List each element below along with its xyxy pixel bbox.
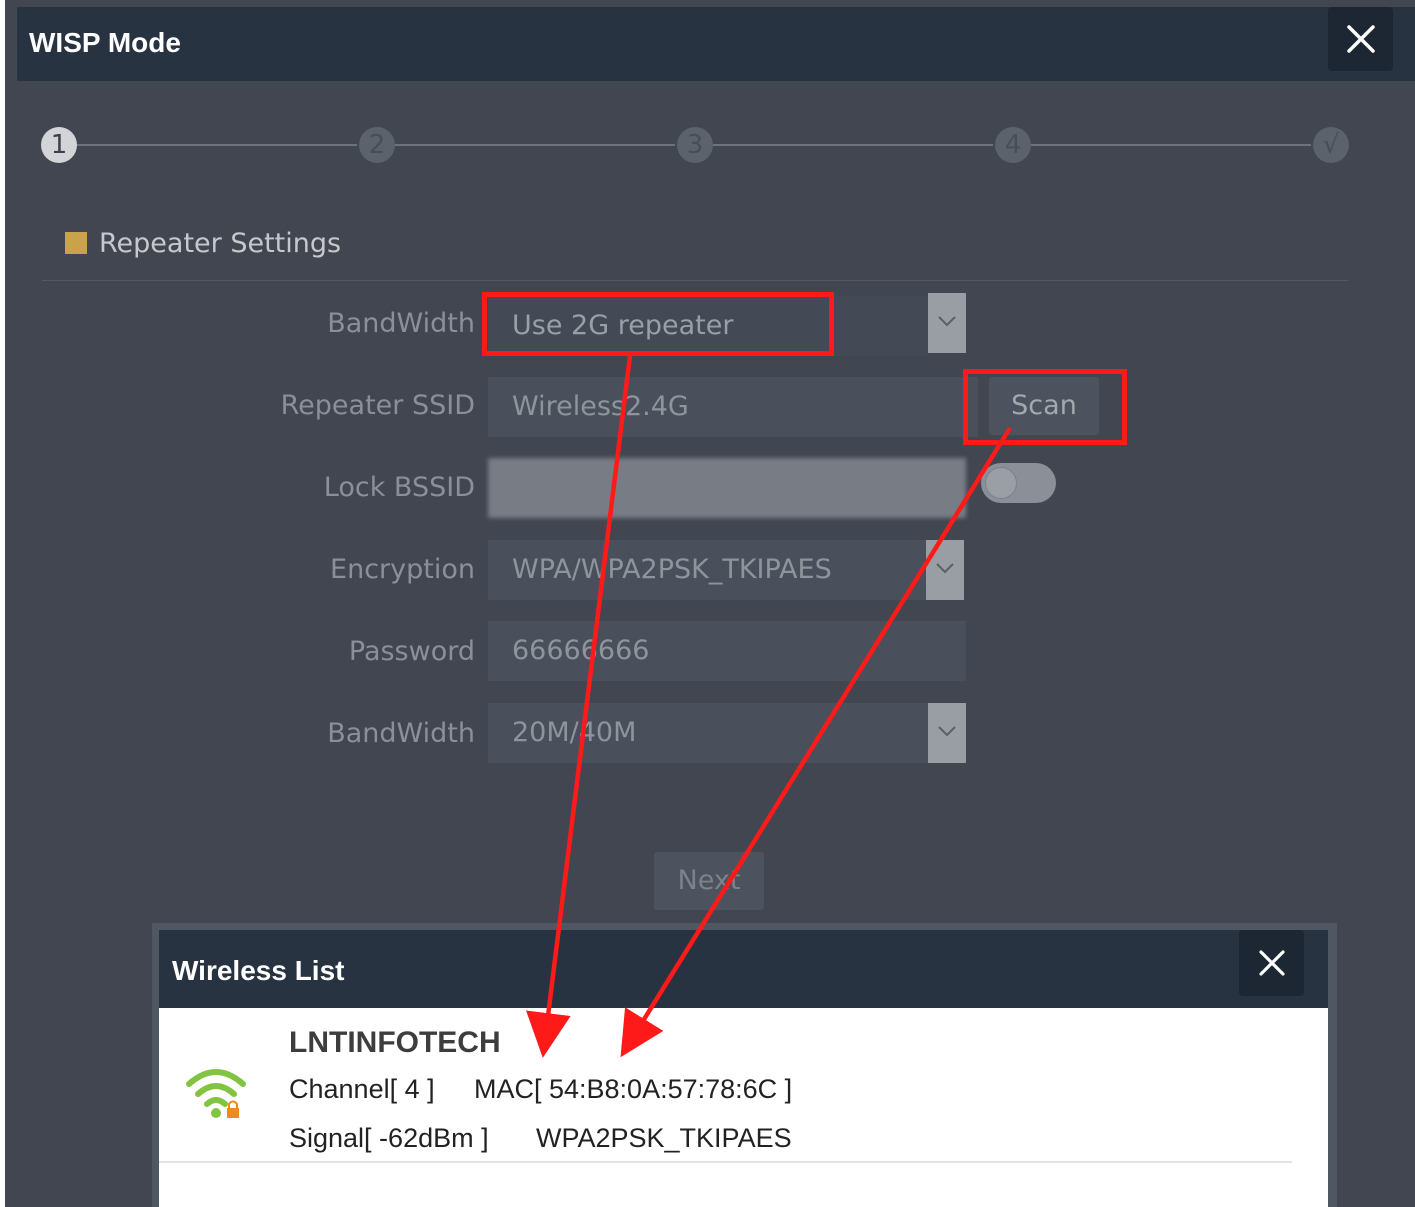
wireless-list-popup: Wireless List LNTINFOTECH Channel[ 4 ] M…	[152, 923, 1337, 1207]
repeater-ssid-input[interactable]: Wireless2.4G	[488, 377, 978, 437]
bandwidth-label: BandWidth	[327, 308, 475, 339]
section-divider	[42, 280, 1348, 281]
chevron-down-icon	[938, 316, 956, 327]
wireless-list-body: LNTINFOTECH Channel[ 4 ] MAC[ 54:B8:0A:5…	[159, 1008, 1328, 1207]
section-heading: Repeater Settings	[65, 228, 341, 259]
repeater-band-dropdown-button[interactable]	[928, 293, 966, 353]
annotation-box-bandwidth	[482, 292, 834, 356]
annotation-box-scan	[963, 369, 1127, 445]
channel-bandwidth-select[interactable]: 20M/40M	[488, 703, 928, 763]
next-button[interactable]: Next	[654, 852, 764, 910]
step-connector	[395, 144, 675, 146]
wireless-list-item[interactable]: LNTINFOTECH Channel[ 4 ] MAC[ 54:B8:0A:5…	[159, 1008, 1328, 1163]
list-divider	[159, 1161, 1292, 1163]
wifi-locked-icon	[186, 1069, 246, 1118]
encryption-dropdown-button[interactable]	[926, 540, 964, 600]
chevron-down-icon	[938, 726, 956, 737]
lock-bssid-toggle[interactable]	[981, 463, 1056, 503]
lock-bssid-input[interactable]	[488, 458, 966, 518]
channel-bandwidth-label: BandWidth	[327, 718, 475, 749]
toggle-knob	[985, 467, 1017, 499]
encryption-select[interactable]: WPA/WPA2PSK_TKIPAES	[488, 540, 928, 600]
password-input[interactable]: 66666666	[488, 621, 966, 681]
step-1: 1	[41, 127, 77, 163]
wireless-list-header: Wireless List	[159, 930, 1328, 1008]
wireless-list-title: Wireless List	[172, 955, 345, 986]
wisp-mode-dialog: WISP Mode 1 2 3 4 √ Repeater Settings Ba…	[5, 0, 1415, 1207]
close-icon	[1258, 950, 1285, 976]
network-mac: MAC[ 54:B8:0A:57:78:6C ]	[474, 1074, 793, 1104]
lock-bssid-label: Lock BSSID	[323, 472, 475, 503]
step-3: 3	[677, 127, 713, 163]
network-channel: Channel[ 4 ]	[289, 1074, 435, 1104]
section-title: Repeater Settings	[99, 228, 342, 259]
network-signal: Signal[ -62dBm ]	[289, 1123, 489, 1153]
password-label: Password	[348, 636, 475, 667]
repeater-ssid-label: Repeater SSID	[280, 390, 475, 421]
step-connector	[1031, 144, 1311, 146]
network-ssid: LNTINFOTECH	[289, 1026, 501, 1059]
step-connector	[713, 144, 993, 146]
step-done: √	[1313, 127, 1349, 163]
section-marker	[65, 232, 87, 254]
encryption-label: Encryption	[330, 554, 475, 585]
dialog-header: WISP Mode	[17, 7, 1415, 81]
step-4: 4	[995, 127, 1031, 163]
wizard-stepper: 1 2 3 4 √	[5, 110, 1415, 180]
step-connector	[77, 144, 357, 146]
dialog-close-button[interactable]	[1328, 7, 1393, 71]
close-icon	[1346, 25, 1375, 53]
chevron-down-icon	[936, 563, 954, 574]
wireless-list-close-button[interactable]	[1239, 930, 1304, 996]
network-security: WPA2PSK_TKIPAES	[536, 1123, 792, 1153]
channel-bandwidth-dropdown-button[interactable]	[928, 703, 966, 763]
dialog-title: WISP Mode	[29, 27, 181, 58]
step-2: 2	[359, 127, 395, 163]
